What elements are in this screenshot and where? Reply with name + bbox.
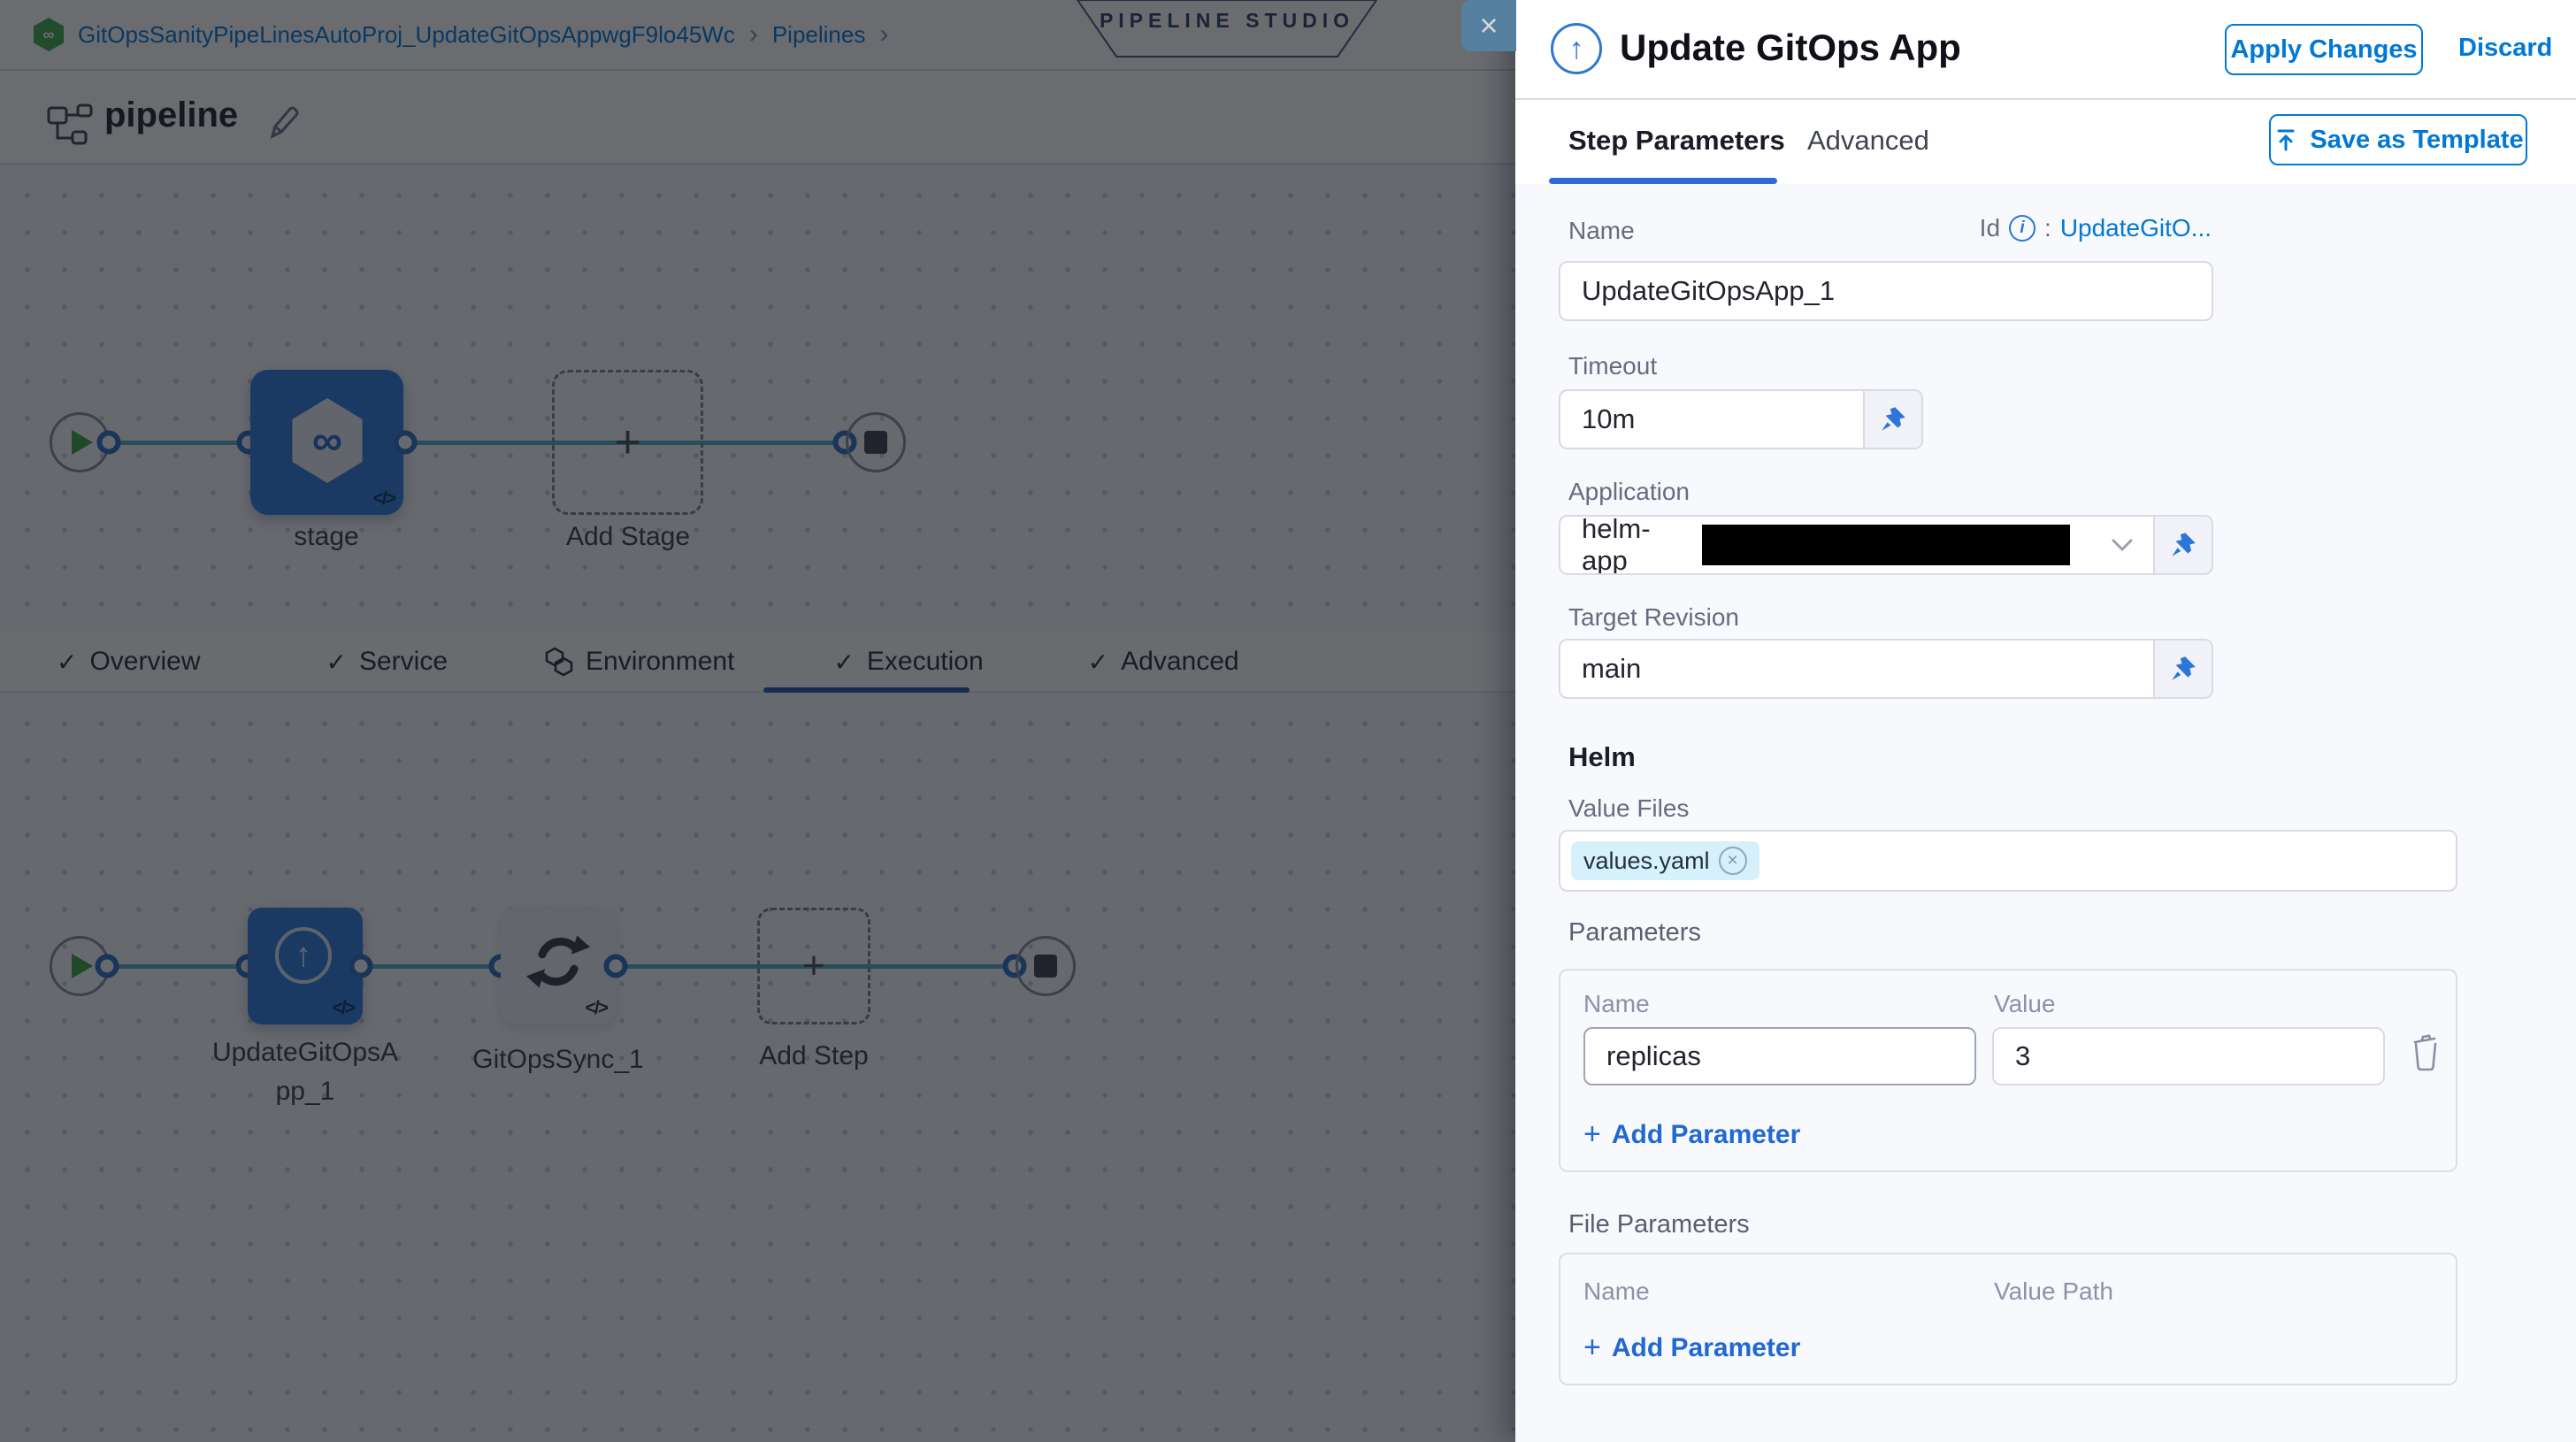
panel-title: Update GitOps App <box>1620 27 1961 69</box>
redacted-text <box>1702 525 2070 565</box>
file-parameters-label: File Parameters <box>1568 1210 1750 1239</box>
active-tab-underline <box>1549 178 1777 184</box>
value-files-label: Value Files <box>1568 794 1689 823</box>
target-revision-label: Target Revision <box>1568 603 1739 632</box>
panel-tab-bar: Step Parameters Advanced Save as Templat… <box>1515 100 2576 184</box>
timeout-label: Timeout <box>1568 352 1657 380</box>
pipeline-studio-screen: ∞ GitOpsSanityPipeLinesAutoProj_UpdateGi… <box>0 0 2576 1442</box>
add-file-parameter-link[interactable]: + Add Parameter <box>1583 1331 1800 1365</box>
timeout-pin-button[interactable] <box>1863 391 1921 448</box>
application-label: Application <box>1568 478 1690 506</box>
info-icon[interactable]: i <box>2009 215 2036 242</box>
target-revision-input[interactable]: main <box>1560 640 2153 697</box>
tab-advanced[interactable]: Advanced <box>1807 125 1929 157</box>
save-template-icon <box>2273 127 2299 153</box>
chevron-down-icon[interactable] <box>2091 517 2153 573</box>
name-label: Name <box>1568 217 1635 245</box>
pin-icon <box>2168 530 2198 560</box>
delete-parameter-icon[interactable] <box>2408 1032 2443 1073</box>
step-config-panel: ↑ Update GitOps App Apply Changes Discar… <box>1515 0 2576 1442</box>
close-icon: × <box>1479 7 1498 44</box>
plus-icon: + <box>1583 1331 1601 1365</box>
timeout-input[interactable]: 10m <box>1560 391 1863 448</box>
save-as-template-button[interactable]: Save as Template <box>2269 114 2527 165</box>
pin-icon <box>1878 404 1908 434</box>
param-name-input[interactable]: replicas <box>1583 1027 1976 1085</box>
application-select-group: helm-app <box>1559 515 2213 575</box>
helm-section-heading: Helm <box>1568 741 1636 773</box>
param-value-header: Value <box>1994 990 2056 1018</box>
step-id-value[interactable]: UpdateGitO... <box>2060 214 2212 242</box>
name-input[interactable]: UpdateGitOpsApp_1 <box>1559 261 2213 321</box>
step-id-row: Id i : UpdateGitO... <box>1980 214 2212 242</box>
parameters-card: Name Value replicas 3 + Add Parameter <box>1559 969 2457 1172</box>
panel-header: ↑ Update GitOps App Apply Changes Discar… <box>1515 0 2576 100</box>
studio-background: ∞ GitOpsSanityPipeLinesAutoProj_UpdateGi… <box>0 0 1515 1442</box>
application-select[interactable]: helm-app <box>1560 517 2091 573</box>
apply-changes-button[interactable]: Apply Changes <box>2225 24 2423 75</box>
close-panel-button[interactable]: × <box>1461 0 1516 51</box>
pin-icon <box>2168 654 2198 684</box>
target-revision-group: main <box>1559 639 2213 699</box>
add-parameter-link[interactable]: + Add Parameter <box>1583 1117 1800 1152</box>
param-value-input[interactable]: 3 <box>1992 1027 2385 1085</box>
modal-dim-overlay <box>0 0 1515 1442</box>
remove-chip-icon[interactable]: × <box>1719 847 1747 875</box>
tab-step-parameters[interactable]: Step Parameters <box>1568 125 1785 157</box>
update-gitops-app-icon: ↑ <box>1551 23 1602 74</box>
value-files-input[interactable]: values.yaml × <box>1559 830 2457 892</box>
parameters-label: Parameters <box>1568 918 1701 947</box>
file-param-value-path-header: Value Path <box>1994 1277 2113 1306</box>
value-file-chip: values.yaml × <box>1571 841 1760 880</box>
application-pin-button[interactable] <box>2153 517 2212 573</box>
timeout-input-group: 10m <box>1559 389 1923 449</box>
file-parameters-card: Name Value Path + Add Parameter <box>1559 1253 2457 1385</box>
target-revision-pin-button[interactable] <box>2153 640 2212 697</box>
plus-icon: + <box>1583 1117 1601 1152</box>
discard-button[interactable]: Discard <box>2458 34 2552 63</box>
param-name-header: Name <box>1583 990 1650 1018</box>
file-param-name-header: Name <box>1583 1277 1650 1306</box>
